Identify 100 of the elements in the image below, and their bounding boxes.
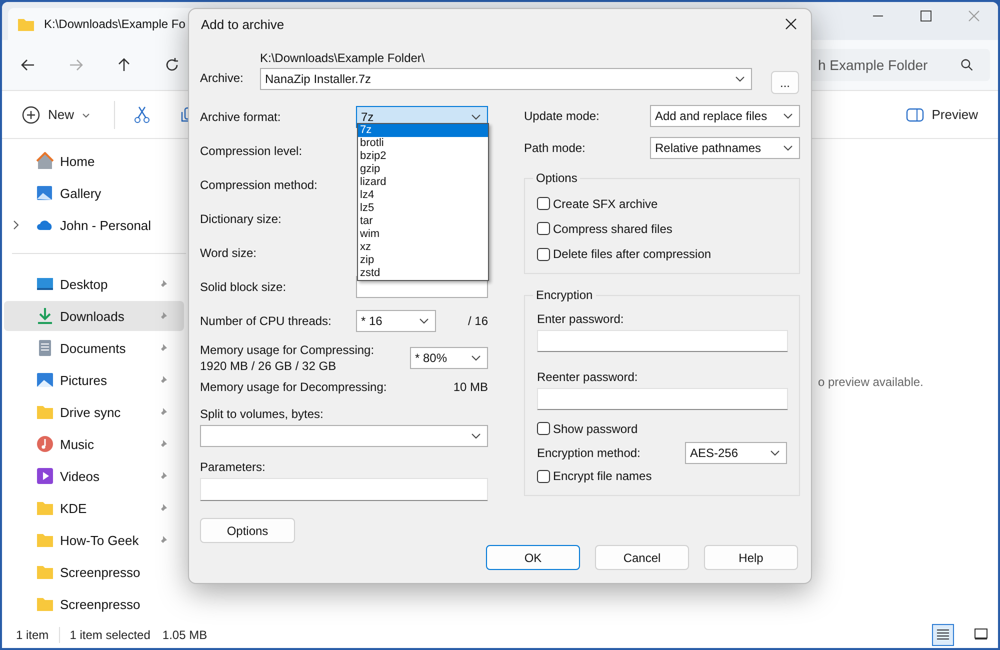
field-label: Split to volumes, bytes:: [200, 407, 324, 421]
sidebar-item[interactable]: Desktop: [4, 269, 184, 299]
preview-button[interactable]: Preview: [900, 102, 984, 128]
download-icon: [36, 307, 54, 325]
field-label: Parameters:: [200, 460, 266, 474]
field-label: Update mode:: [524, 109, 600, 123]
dialog-button[interactable]: Cancel: [595, 545, 689, 570]
path-mode-combo[interactable]: Relative pathnames: [650, 137, 800, 159]
format-option[interactable]: 7z: [358, 124, 488, 137]
sidebar-item[interactable]: Documents: [4, 333, 184, 363]
checkbox-option[interactable]: Delete files after compression: [537, 246, 712, 263]
format-option[interactable]: wim: [358, 228, 488, 241]
sidebar-item[interactable]: Home: [4, 146, 184, 176]
field-label: Memory usage for Compressing:: [200, 342, 376, 358]
checkbox-option[interactable]: Create SFX archive: [537, 195, 658, 212]
format-option[interactable]: lz4: [358, 189, 488, 202]
sidebar-item[interactable]: Gallery: [4, 178, 184, 208]
format-option[interactable]: tar: [358, 215, 488, 228]
music-icon: [36, 435, 54, 453]
format-option[interactable]: bzip2: [358, 150, 488, 163]
parameters-field[interactable]: [200, 478, 488, 501]
scissors-icon[interactable]: [133, 106, 152, 124]
format-option[interactable]: zstd: [358, 267, 488, 280]
update-mode-combo[interactable]: Add and replace files: [650, 105, 800, 127]
sidebar-item[interactable]: KDE: [4, 493, 184, 523]
encryption-method-combo[interactable]: AES-256: [685, 442, 787, 464]
folder-icon: [36, 499, 54, 517]
sidebar-item[interactable]: John - Personal: [4, 210, 184, 240]
filename-combo[interactable]: NanaZip Installer.7z: [260, 68, 752, 90]
selection-size: 1.05 MB: [162, 628, 208, 642]
caret-icon: [82, 110, 90, 118]
checkbox-option[interactable]: Compress shared files: [537, 220, 672, 238]
caret-icon: [783, 113, 793, 119]
selection-info: 1 item selected: [70, 628, 150, 642]
folder-icon: [36, 531, 54, 549]
group-title: Options: [533, 171, 580, 185]
format-option[interactable]: lizard: [358, 176, 488, 189]
video-icon: [36, 467, 54, 485]
format-option[interactable]: zip: [358, 254, 488, 267]
format-option[interactable]: brotli: [358, 137, 488, 150]
desktop-icon: [36, 275, 54, 293]
up-icon[interactable]: [116, 57, 132, 73]
sidebar-item[interactable]: Screenpresso: [4, 557, 184, 587]
memory-combo[interactable]: * 80%: [410, 347, 488, 369]
caret-icon: [471, 355, 481, 361]
format-option[interactable]: gzip: [358, 163, 488, 176]
sidebar-item[interactable]: Music: [4, 429, 184, 459]
field-label: Path mode:: [524, 141, 586, 155]
dialog-button[interactable]: Help: [704, 545, 798, 570]
plus-icon: [22, 106, 40, 124]
format-option[interactable]: xz: [358, 241, 488, 254]
memory-value: 1920 MB / 26 GB / 32 GB: [200, 358, 338, 374]
caret-icon: [471, 114, 481, 120]
tiles-icon: [974, 628, 988, 640]
sidebar-item[interactable]: Pictures: [4, 365, 184, 395]
new-button[interactable]: New: [16, 102, 96, 128]
dialog-button[interactable]: OK: [486, 545, 580, 570]
list-icon: [936, 628, 950, 640]
home-icon: [36, 152, 54, 170]
sidebar-item[interactable]: Downloads: [4, 301, 184, 331]
threads-max: / 16: [468, 314, 488, 328]
gallery-icon: [36, 184, 54, 202]
field-label: Word size:: [200, 246, 256, 260]
password-field[interactable]: [537, 330, 788, 352]
sidebar-item[interactable]: How-To Geek: [4, 525, 184, 555]
field-label: Encryption method:: [537, 446, 640, 460]
close-icon[interactable]: [785, 18, 797, 30]
browse-button[interactable]: ...: [771, 71, 799, 94]
sidebar-item[interactable]: Screenpresso: [4, 589, 184, 619]
details-view-button[interactable]: [932, 624, 954, 646]
refresh-icon[interactable]: [164, 57, 180, 73]
checkbox-option[interactable]: Show password: [537, 420, 638, 438]
panel-icon: [906, 106, 924, 124]
item-count: 1 item: [16, 628, 49, 642]
folder-icon: [18, 17, 34, 31]
caret-icon: [735, 76, 745, 82]
chevron-icon[interactable]: [12, 220, 20, 230]
back-icon[interactable]: [20, 57, 36, 73]
folder-icon: [36, 403, 54, 421]
checkbox-option[interactable]: Encrypt file names: [537, 468, 652, 486]
maximize-icon[interactable]: [920, 10, 932, 22]
sidebar-item[interactable]: Drive sync: [4, 397, 184, 427]
format-option[interactable]: lz5: [358, 202, 488, 215]
memory-value: 10 MB: [453, 380, 488, 394]
document-icon: [36, 339, 54, 357]
sidebar-item[interactable]: Videos: [4, 461, 184, 491]
field-label: Archive:: [200, 71, 244, 85]
search-icon: [960, 58, 974, 72]
field-label: Dictionary size:: [200, 212, 282, 226]
options-button[interactable]: Options: [200, 518, 295, 543]
archive-folder: K:\Downloads\Example Folder\: [260, 51, 426, 65]
field-label: Reenter password:: [537, 370, 639, 384]
field-label: Enter password:: [537, 312, 625, 326]
threads-combo[interactable]: * 16: [356, 310, 436, 332]
field-label: Number of CPU threads:: [200, 314, 332, 328]
password-field[interactable]: [537, 388, 788, 410]
field-label: Memory usage for Decompressing:: [200, 380, 387, 394]
group-title: Encryption: [533, 288, 596, 302]
field-label: Compression level:: [200, 144, 302, 158]
folder-icon: [36, 595, 54, 613]
